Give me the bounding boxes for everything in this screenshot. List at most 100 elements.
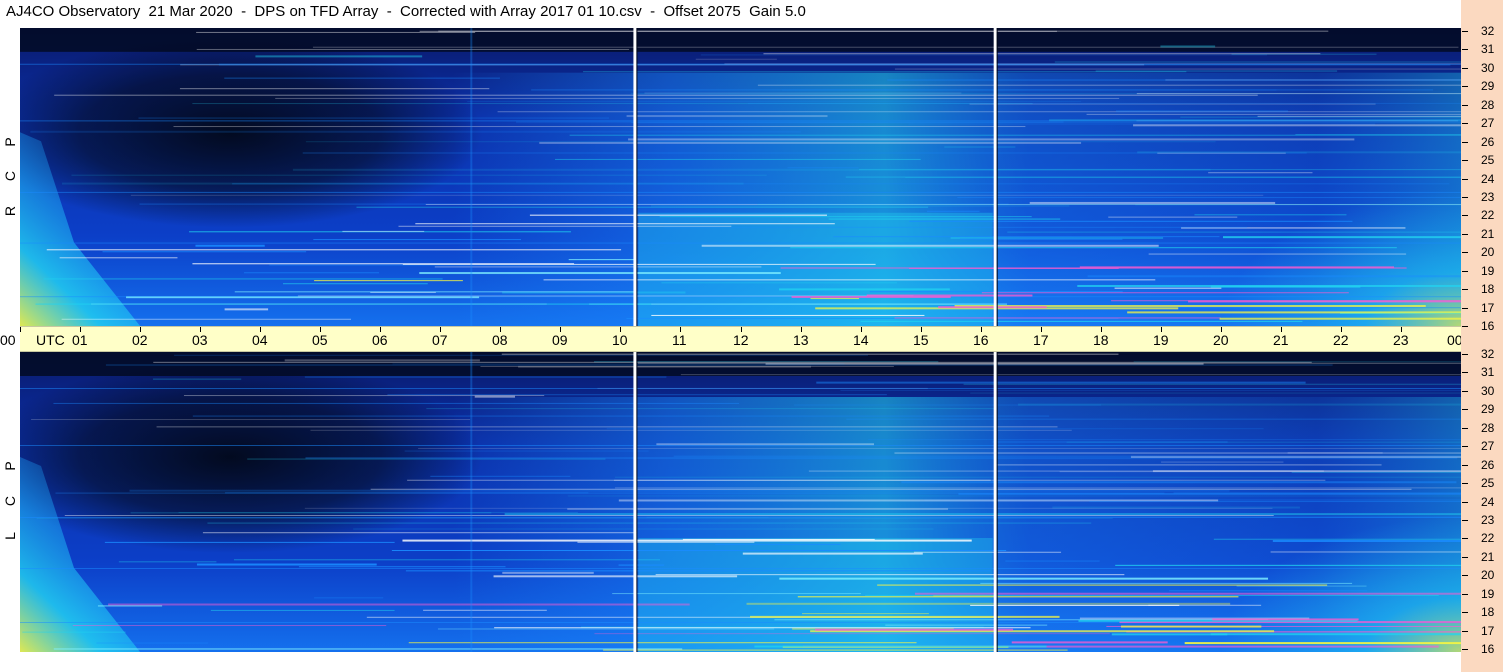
utc-tick-label: 00 bbox=[0, 332, 16, 348]
mhz-tick-label: 25 bbox=[1481, 476, 1495, 490]
interference-line bbox=[419, 30, 1057, 32]
mhz-tick-label: 23 bbox=[1481, 513, 1495, 527]
lcp-spectrogram-plot bbox=[20, 352, 1461, 652]
interference-line bbox=[887, 79, 1461, 81]
interference-line bbox=[97, 605, 163, 607]
interference-line bbox=[901, 481, 1457, 484]
mhz-tick-label: 31 bbox=[1481, 365, 1495, 379]
interference-line bbox=[314, 280, 463, 282]
interference-line bbox=[202, 532, 637, 534]
interference-line bbox=[130, 194, 1264, 196]
interference-line bbox=[905, 177, 1461, 179]
interference-line bbox=[183, 395, 545, 397]
data-gap bbox=[633, 28, 637, 326]
interference-line bbox=[603, 649, 1068, 651]
utc-tick-label: 06 bbox=[372, 332, 388, 348]
utc-tick-label: 22 bbox=[1333, 332, 1349, 348]
interference-line bbox=[502, 571, 594, 574]
interference-line bbox=[224, 77, 500, 79]
interference-line bbox=[370, 488, 1412, 490]
interference-line bbox=[156, 426, 1058, 428]
mhz-tick bbox=[1462, 49, 1468, 50]
interference-line bbox=[1270, 551, 1461, 553]
bottom-pol-letter-2: C bbox=[2, 495, 18, 507]
interference-line bbox=[1180, 116, 1461, 118]
data-gap bbox=[993, 28, 997, 326]
mhz-tick bbox=[1462, 465, 1468, 466]
interference-line bbox=[569, 134, 1461, 136]
interference-line bbox=[342, 230, 425, 232]
interference-line bbox=[742, 552, 923, 555]
mhz-tick-label: 25 bbox=[1481, 153, 1495, 167]
interference-line bbox=[1160, 45, 1216, 48]
interference-line bbox=[102, 251, 307, 253]
interference-line bbox=[46, 249, 622, 251]
interference-line bbox=[802, 613, 929, 615]
mhz-tick bbox=[1462, 538, 1468, 539]
utc-tick-label: 01 bbox=[72, 332, 88, 348]
mhz-tick-label: 18 bbox=[1481, 282, 1495, 296]
interference-line bbox=[659, 216, 1032, 218]
interference-line bbox=[192, 415, 1050, 417]
mhz-tick bbox=[1462, 215, 1468, 216]
data-gap bbox=[633, 352, 637, 652]
utc-tick-label: 02 bbox=[132, 332, 148, 348]
interference-line bbox=[404, 450, 649, 452]
interference-line bbox=[787, 167, 859, 169]
interference-line bbox=[927, 210, 980, 212]
mhz-tick-label: 17 bbox=[1481, 624, 1495, 638]
interference-line bbox=[353, 528, 934, 530]
mhz-tick bbox=[1462, 68, 1468, 69]
interference-line bbox=[1108, 216, 1238, 218]
mhz-tick bbox=[1462, 179, 1468, 180]
emission-streak bbox=[1120, 625, 1262, 628]
interference-line bbox=[20, 191, 1461, 193]
mhz-tick-label: 27 bbox=[1481, 439, 1495, 453]
emission-streak bbox=[1210, 285, 1361, 288]
interference-line bbox=[1133, 124, 1461, 127]
interference-line bbox=[53, 648, 683, 650]
emission-streak bbox=[1219, 317, 1461, 320]
utc-tick-label: 07 bbox=[432, 332, 448, 348]
interference-line bbox=[970, 604, 1180, 606]
interference-line bbox=[298, 566, 506, 568]
interference-line bbox=[673, 455, 1461, 457]
interference-line bbox=[894, 317, 1221, 319]
data-gap-edge bbox=[996, 352, 998, 652]
mhz-tick-label: 19 bbox=[1481, 587, 1495, 601]
interference-line bbox=[497, 111, 1461, 113]
interference-line bbox=[20, 445, 1461, 446]
interference-line bbox=[437, 628, 775, 630]
interference-line bbox=[91, 303, 547, 305]
interference-line bbox=[1287, 452, 1383, 454]
interference-line bbox=[224, 308, 269, 311]
utc-tick-label: 15 bbox=[913, 332, 929, 348]
interference-line bbox=[434, 266, 762, 268]
mhz-tick-label: 27 bbox=[1481, 116, 1495, 130]
utc-tick-label: 09 bbox=[552, 332, 568, 348]
interference-line bbox=[233, 559, 660, 561]
mhz-tick-label: 29 bbox=[1481, 79, 1495, 93]
mhz-tick bbox=[1462, 86, 1468, 87]
mhz-tick-label: 21 bbox=[1481, 550, 1495, 564]
interference-line bbox=[1054, 61, 1461, 64]
mhz-tick bbox=[1462, 391, 1468, 392]
utc-tick-label: 21 bbox=[1273, 332, 1289, 348]
interference-line bbox=[663, 226, 1248, 228]
interference-line bbox=[655, 574, 1125, 576]
mhz-tick-label: 20 bbox=[1481, 568, 1495, 582]
interference-line bbox=[152, 378, 242, 380]
interference-line bbox=[567, 495, 1461, 497]
interference-line bbox=[529, 214, 827, 216]
interference-line bbox=[1029, 201, 1276, 204]
interference-line bbox=[1157, 152, 1286, 154]
interference-line bbox=[810, 298, 860, 300]
interference-line bbox=[313, 239, 521, 241]
mhz-tick bbox=[1462, 326, 1468, 327]
interference-line bbox=[247, 458, 606, 460]
interference-line bbox=[501, 353, 1119, 355]
interference-line bbox=[275, 97, 1120, 99]
interference-line bbox=[196, 563, 377, 566]
bottom-pol-letter-1: P bbox=[2, 461, 18, 471]
data-gap bbox=[993, 352, 997, 652]
